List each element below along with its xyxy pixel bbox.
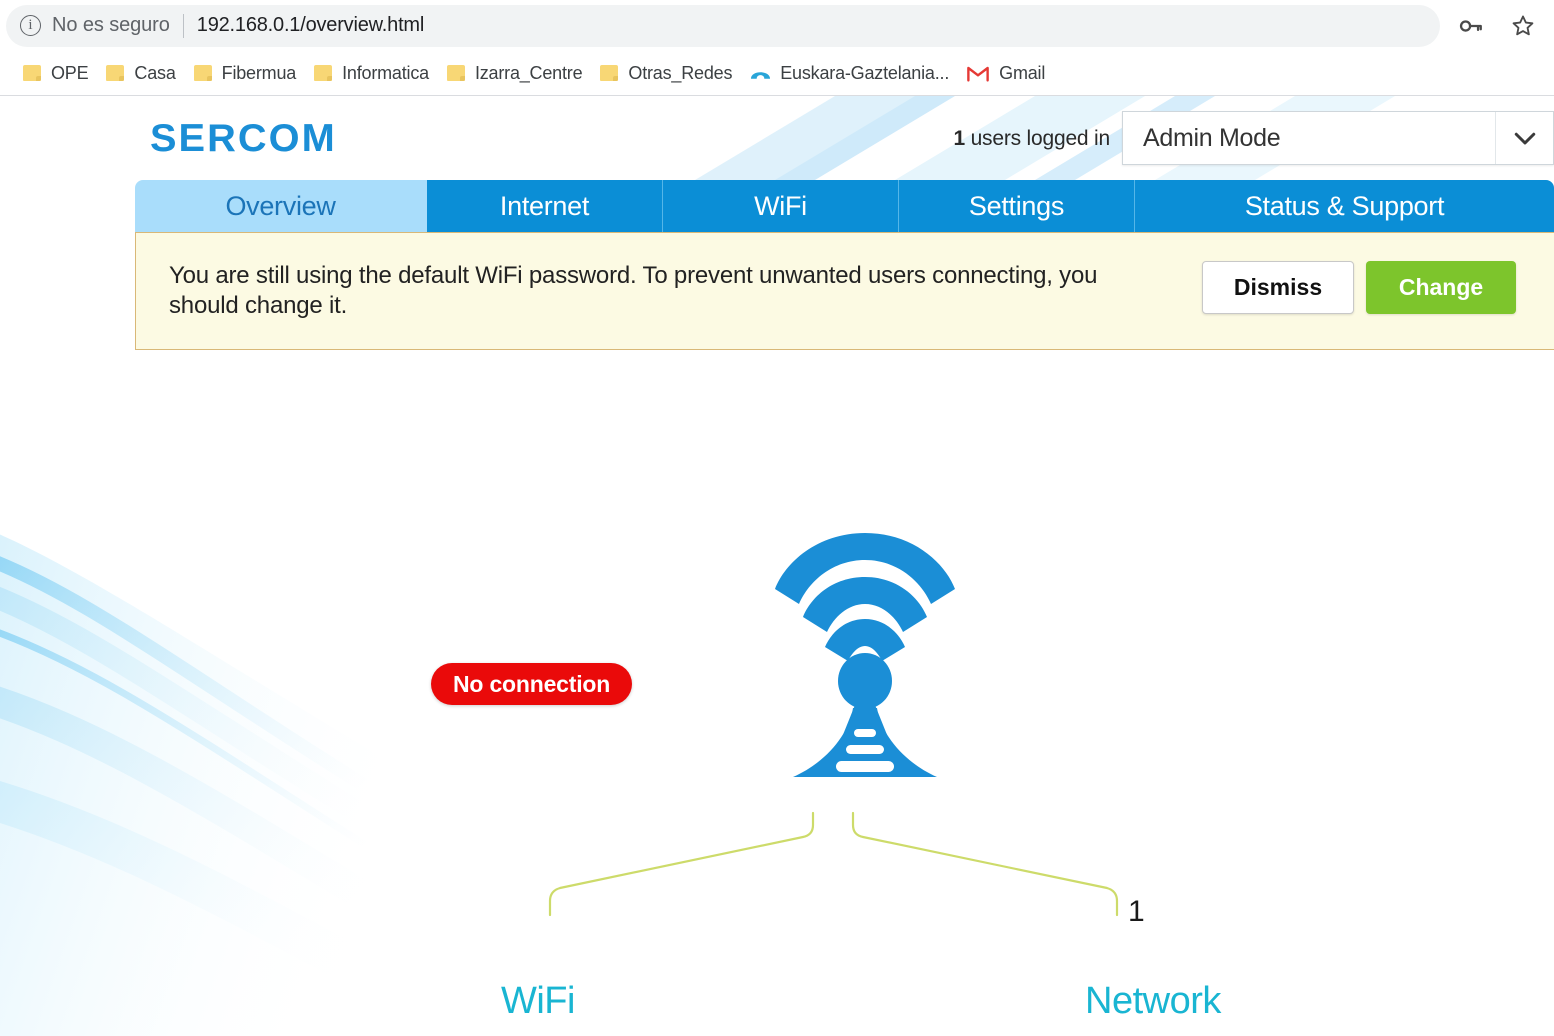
bookmark-label: Fibermua (221, 62, 297, 83)
site-info-icon[interactable]: i (20, 15, 41, 36)
bookmark-item[interactable]: Casa (97, 58, 184, 88)
tab-settings[interactable]: Settings (899, 180, 1135, 232)
topology-connector-lines (548, 811, 1119, 917)
omnibox-row: i No es seguro 192.168.0.1/overview.html (0, 0, 1554, 51)
bookmark-star-icon[interactable] (1510, 13, 1536, 39)
tab-status-support[interactable]: Status & Support (1135, 180, 1554, 232)
change-password-button[interactable]: Change (1366, 261, 1516, 314)
bookmark-item[interactable]: Gmail (958, 58, 1054, 88)
wifi-section-title: WiFi (501, 980, 575, 1022)
bookmark-item[interactable]: Izarra_Centre (438, 58, 591, 88)
security-status-label: No es seguro (52, 14, 170, 36)
key-icon[interactable] (1458, 13, 1484, 39)
tab-label: Internet (499, 190, 590, 221)
tab-wifi[interactable]: WiFi (663, 180, 899, 232)
bookmark-item[interactable]: Euskara-Gaztelania... (741, 58, 958, 88)
bookmark-label: Izarra_Centre (474, 62, 583, 83)
browser-chrome: i No es seguro 192.168.0.1/overview.html… (0, 0, 1554, 96)
tab-overview[interactable]: Overview (135, 180, 427, 232)
folder-icon (314, 65, 333, 81)
bookmark-item[interactable]: Otras_Redes (591, 58, 741, 88)
default-password-warning-banner: You are still using the default WiFi pas… (135, 232, 1554, 350)
users-logged-in-label: 1 users logged in (953, 120, 1110, 158)
warning-message: You are still using the default WiFi pas… (169, 262, 1098, 319)
dismiss-label: Dismiss (1233, 274, 1323, 300)
status-badge-label: No connection (453, 670, 611, 697)
network-topology: No connection 1 WiFi Network (135, 350, 1554, 1036)
svg-text:SERCOM: SERCOM (150, 120, 337, 158)
bookmarks-bar: OPE Casa Fibermua Informatica Izarra_Cen… (0, 51, 1554, 95)
folder-icon (193, 65, 212, 81)
router-page: SERCOM 1 users logged in Admin Mode Over… (0, 96, 1554, 1036)
tab-label: WiFi (754, 190, 807, 221)
bookmark-label: Otras_Redes (628, 62, 733, 83)
tab-label: Overview (225, 190, 336, 221)
mode-select[interactable]: Admin Mode (1122, 111, 1554, 165)
sercom-logo: SERCOM (150, 120, 337, 158)
dismiss-button[interactable]: Dismiss (1202, 261, 1354, 314)
users-count: 1 (953, 127, 965, 150)
bookmark-item[interactable]: Informatica (305, 58, 438, 88)
network-section-title: Network (1085, 980, 1221, 1022)
omnibox-actions (1440, 5, 1554, 47)
bookmark-label: OPE (51, 62, 89, 83)
address-bar[interactable]: i No es seguro 192.168.0.1/overview.html (6, 4, 1440, 47)
gmail-icon (967, 65, 989, 82)
bookmark-label: Casa (134, 62, 176, 83)
site-icon (750, 65, 771, 81)
mode-select-value: Admin Mode (1143, 123, 1281, 152)
warning-actions: Dismiss Change (1202, 261, 1516, 314)
url-text: 192.168.0.1/overview.html (196, 14, 425, 36)
status-badge: No connection (431, 663, 633, 705)
folder-icon (23, 65, 41, 81)
folder-icon (446, 65, 465, 81)
tab-label: Status & Support (1244, 190, 1445, 221)
bookmark-label: Gmail (999, 62, 1046, 83)
chevron-down-icon[interactable] (1495, 112, 1553, 164)
omnibox-divider (182, 13, 184, 38)
folder-icon (600, 65, 619, 81)
bookmark-label: Informatica (342, 62, 429, 83)
users-logged-suffix: users logged in (970, 127, 1111, 150)
bookmark-item[interactable]: Fibermua (185, 58, 305, 88)
bookmark-item[interactable]: OPE (14, 58, 97, 88)
tab-label: Settings (968, 190, 1065, 221)
connected-device-count: 1 (1128, 895, 1145, 928)
wifi-tower-icon (775, 533, 955, 777)
change-label: Change (1398, 274, 1484, 300)
tab-internet[interactable]: Internet (427, 180, 663, 232)
router-header: SERCOM 1 users logged in Admin Mode (0, 96, 1554, 180)
bookmark-label: Euskara-Gaztelania... (780, 62, 950, 83)
main-nav-tabs: Overview Internet WiFi Settings Status &… (135, 180, 1554, 232)
folder-icon (106, 65, 125, 81)
